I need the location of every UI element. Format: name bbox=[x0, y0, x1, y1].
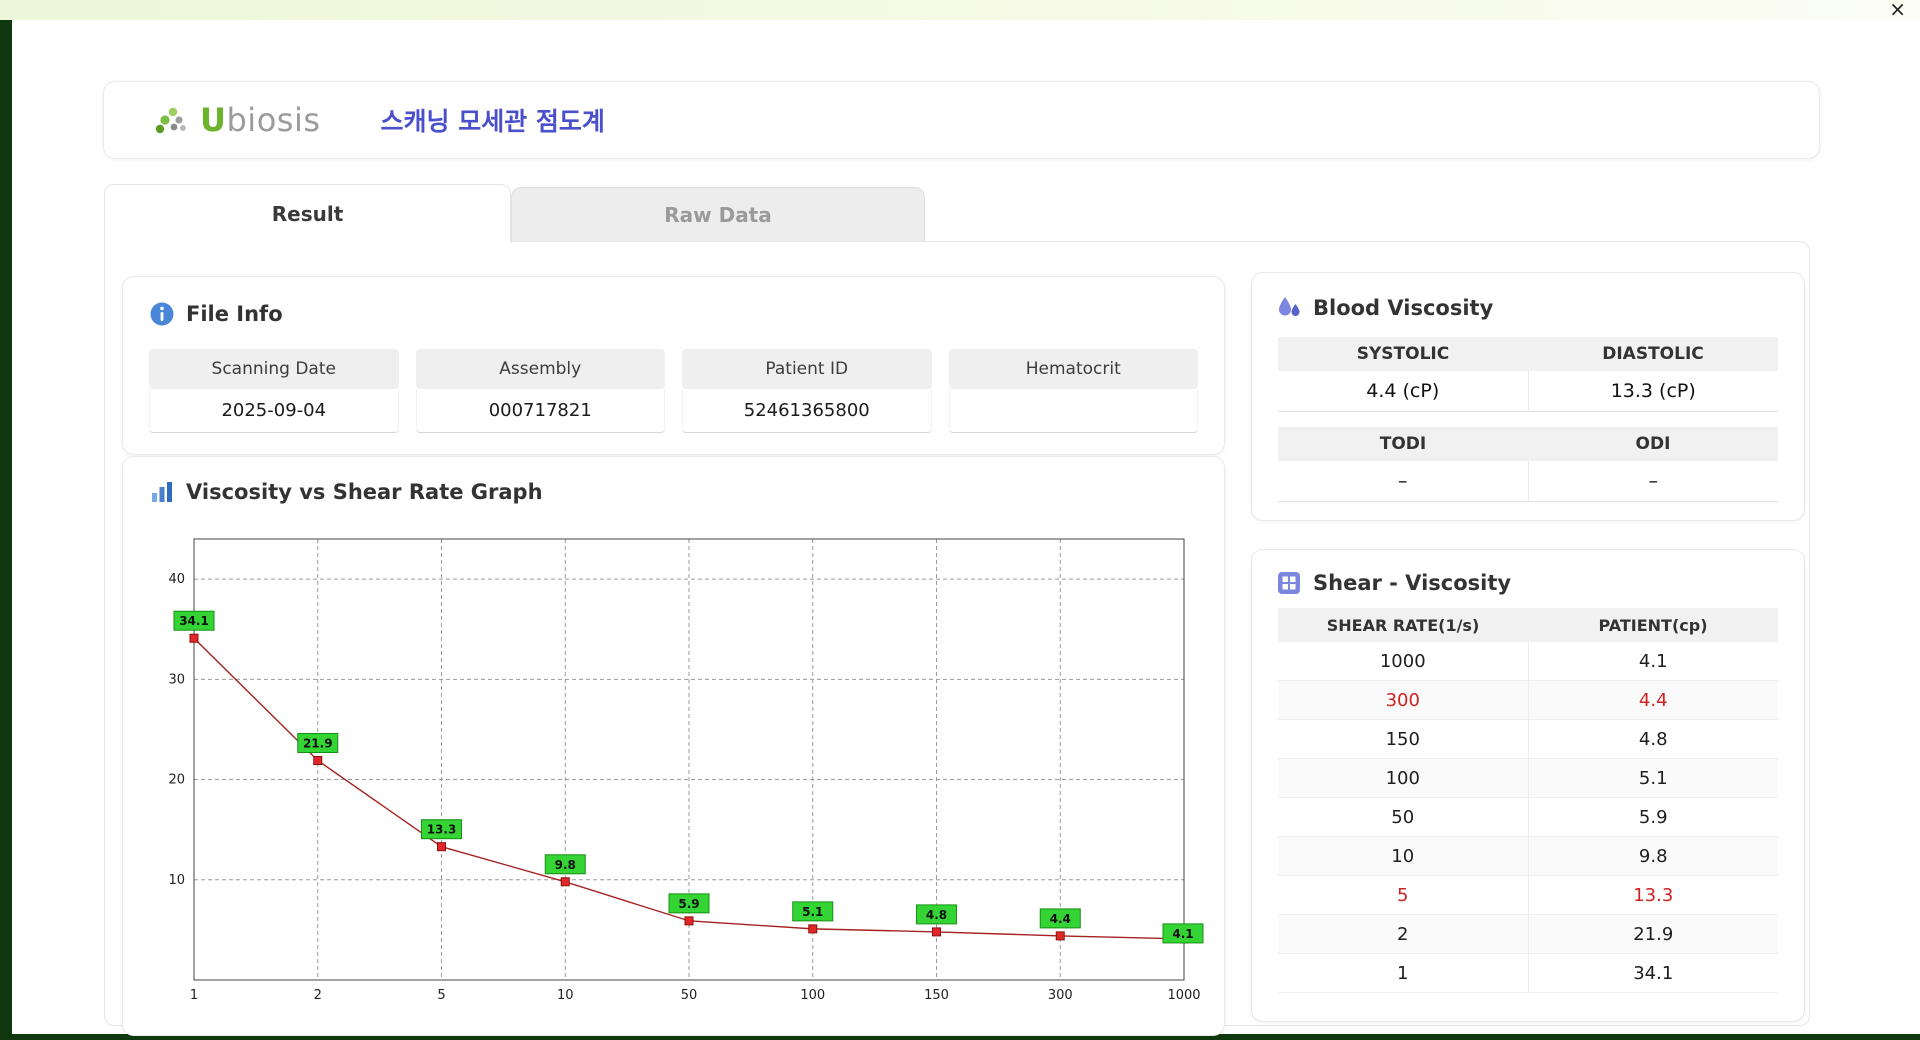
column-header-patient: PATIENT(cp) bbox=[1528, 608, 1778, 642]
svg-text:150: 150 bbox=[924, 988, 949, 1003]
field-label: Patient ID bbox=[682, 349, 932, 389]
blood-viscosity-card: Blood Viscosity SYSTOLIC DIASTOLIC 4.4 (… bbox=[1251, 272, 1805, 521]
svg-text:5.9: 5.9 bbox=[678, 897, 699, 911]
svg-text:4.1: 4.1 bbox=[1172, 927, 1193, 941]
svg-text:5: 5 bbox=[437, 988, 445, 1003]
shear-rate-cell: 5 bbox=[1278, 876, 1528, 915]
field-value: 000717821 bbox=[415, 389, 665, 433]
shear-rate-cell: 2 bbox=[1278, 915, 1528, 954]
file-info-title: File Info bbox=[186, 302, 283, 326]
odi-header: ODI bbox=[1528, 427, 1778, 461]
svg-text:300: 300 bbox=[1048, 988, 1073, 1003]
droplets-icon bbox=[1279, 297, 1300, 316]
brand-rest: biosis bbox=[226, 101, 321, 139]
patient-cell: 21.9 bbox=[1527, 915, 1778, 954]
svg-text:1: 1 bbox=[190, 988, 198, 1003]
field-value: 2025-09-04 bbox=[149, 389, 399, 433]
header-card: Ubiosis 스캐닝 모세관 점도계 bbox=[103, 81, 1820, 159]
svg-text:10: 10 bbox=[557, 988, 574, 1003]
svg-text:4.4: 4.4 bbox=[1050, 912, 1071, 926]
field-value: 52461365800 bbox=[682, 389, 932, 433]
svg-text:30: 30 bbox=[168, 672, 185, 687]
systolic-header: SYSTOLIC bbox=[1278, 337, 1528, 371]
odi-value: – bbox=[1527, 461, 1778, 502]
diastolic-value: 13.3 (cP) bbox=[1527, 371, 1778, 412]
systolic-value: 4.4 (cP) bbox=[1278, 371, 1528, 412]
patient-cell: 9.8 bbox=[1527, 837, 1778, 876]
patient-cell: 13.3 bbox=[1527, 876, 1778, 915]
patient-cell: 4.4 bbox=[1527, 681, 1778, 720]
brand-logo: Ubiosis bbox=[152, 101, 321, 139]
field-assembly: Assembly 000717821 bbox=[415, 349, 665, 433]
shear-rate-cell: 10 bbox=[1278, 837, 1528, 876]
table-row: 50 5.9 bbox=[1278, 798, 1778, 837]
blood-viscosity-title: Blood Viscosity bbox=[1313, 296, 1494, 320]
graph-title: Viscosity vs Shear Rate Graph bbox=[186, 480, 543, 504]
field-scanning-date: Scanning Date 2025-09-04 bbox=[149, 349, 399, 433]
shear-rate-cell: 1 bbox=[1278, 954, 1528, 993]
table-row: 5 13.3 bbox=[1278, 876, 1778, 915]
patient-cell: 5.9 bbox=[1527, 798, 1778, 837]
bar-chart-icon bbox=[152, 482, 172, 502]
patient-cell: 5.1 bbox=[1527, 759, 1778, 798]
app-window: Ubiosis 스캐닝 모세관 점도계 Result Raw Data File… bbox=[12, 20, 1920, 1036]
brand-name: Ubiosis bbox=[200, 101, 321, 139]
svg-text:50: 50 bbox=[681, 988, 698, 1003]
field-value bbox=[948, 389, 1198, 433]
brand-u: U bbox=[200, 101, 227, 139]
field-label: Assembly bbox=[415, 349, 665, 389]
table-row: 1 34.1 bbox=[1278, 954, 1778, 993]
tab-raw-data[interactable]: Raw Data bbox=[511, 187, 925, 242]
shear-rate-cell: 150 bbox=[1278, 720, 1528, 759]
patient-cell: 34.1 bbox=[1527, 954, 1778, 993]
close-icon[interactable]: × bbox=[1889, 0, 1906, 20]
field-patient-id: Patient ID 52461365800 bbox=[682, 349, 932, 433]
svg-text:4.8: 4.8 bbox=[926, 908, 947, 922]
field-label: Scanning Date bbox=[149, 349, 399, 389]
info-icon bbox=[150, 302, 174, 326]
viscosity-chart: 10 20 30 40 1 2 5 10 50 100 150 300 1000 34.1 21.9 13.3… bbox=[168, 538, 1204, 1003]
svg-text:100: 100 bbox=[800, 988, 825, 1003]
diastolic-header: DIASTOLIC bbox=[1528, 337, 1778, 371]
field-hematocrit: Hematocrit bbox=[948, 349, 1198, 433]
window-top-strip: × bbox=[0, 0, 1920, 20]
shear-rate-cell: 50 bbox=[1278, 798, 1528, 837]
patient-cell: 4.1 bbox=[1527, 642, 1778, 681]
blood-viscosity-table: SYSTOLIC DIASTOLIC 4.4 (cP) 13.3 (cP) TO… bbox=[1278, 337, 1778, 502]
svg-text:9.8: 9.8 bbox=[555, 858, 576, 872]
table-row: 300 4.4 bbox=[1278, 681, 1778, 720]
shear-rate-cell: 100 bbox=[1278, 759, 1528, 798]
todi-header: TODI bbox=[1278, 427, 1528, 461]
page-title: 스캐닝 모세관 점도계 bbox=[380, 107, 605, 136]
leaf-logo-icon bbox=[155, 107, 186, 134]
table-grid-icon bbox=[1278, 572, 1300, 594]
shear-rate-cell: 300 bbox=[1278, 681, 1528, 720]
shear-viscosity-card: Shear - Viscosity SHEAR RATE(1/s) PATIEN… bbox=[1251, 549, 1805, 1022]
shear-viscosity-title: Shear - Viscosity bbox=[1313, 571, 1512, 595]
svg-text:5.1: 5.1 bbox=[802, 905, 823, 919]
table-row: 150 4.8 bbox=[1278, 720, 1778, 759]
tab-result[interactable]: Result bbox=[104, 184, 511, 243]
field-label: Hematocrit bbox=[948, 349, 1198, 389]
todi-value: – bbox=[1278, 461, 1528, 502]
table-row: 10 9.8 bbox=[1278, 837, 1778, 876]
shear-rate-cell: 1000 bbox=[1278, 642, 1528, 681]
svg-text:13.3: 13.3 bbox=[427, 823, 457, 837]
svg-text:21.9: 21.9 bbox=[303, 737, 333, 751]
column-header-shear-rate: SHEAR RATE(1/s) bbox=[1278, 608, 1528, 642]
svg-text:20: 20 bbox=[168, 773, 185, 788]
table-row: 2 21.9 bbox=[1278, 915, 1778, 954]
file-info-card: File Info Scanning Date 2025-09-04 Assem… bbox=[122, 276, 1225, 455]
svg-text:1000: 1000 bbox=[1167, 988, 1200, 1003]
svg-text:40: 40 bbox=[168, 572, 185, 587]
svg-text:34.1: 34.1 bbox=[179, 614, 209, 628]
table-row: 100 5.1 bbox=[1278, 759, 1778, 798]
svg-text:2: 2 bbox=[314, 988, 322, 1003]
shear-viscosity-table: SHEAR RATE(1/s) PATIENT(cp) 1000 4.1 300… bbox=[1278, 608, 1778, 993]
patient-cell: 4.8 bbox=[1527, 720, 1778, 759]
table-row: 1000 4.1 bbox=[1278, 642, 1778, 681]
svg-text:10: 10 bbox=[168, 873, 185, 888]
graph-card: Viscosity vs Shear Rate Graph 10 20 30 40 1 2… bbox=[122, 456, 1225, 1036]
